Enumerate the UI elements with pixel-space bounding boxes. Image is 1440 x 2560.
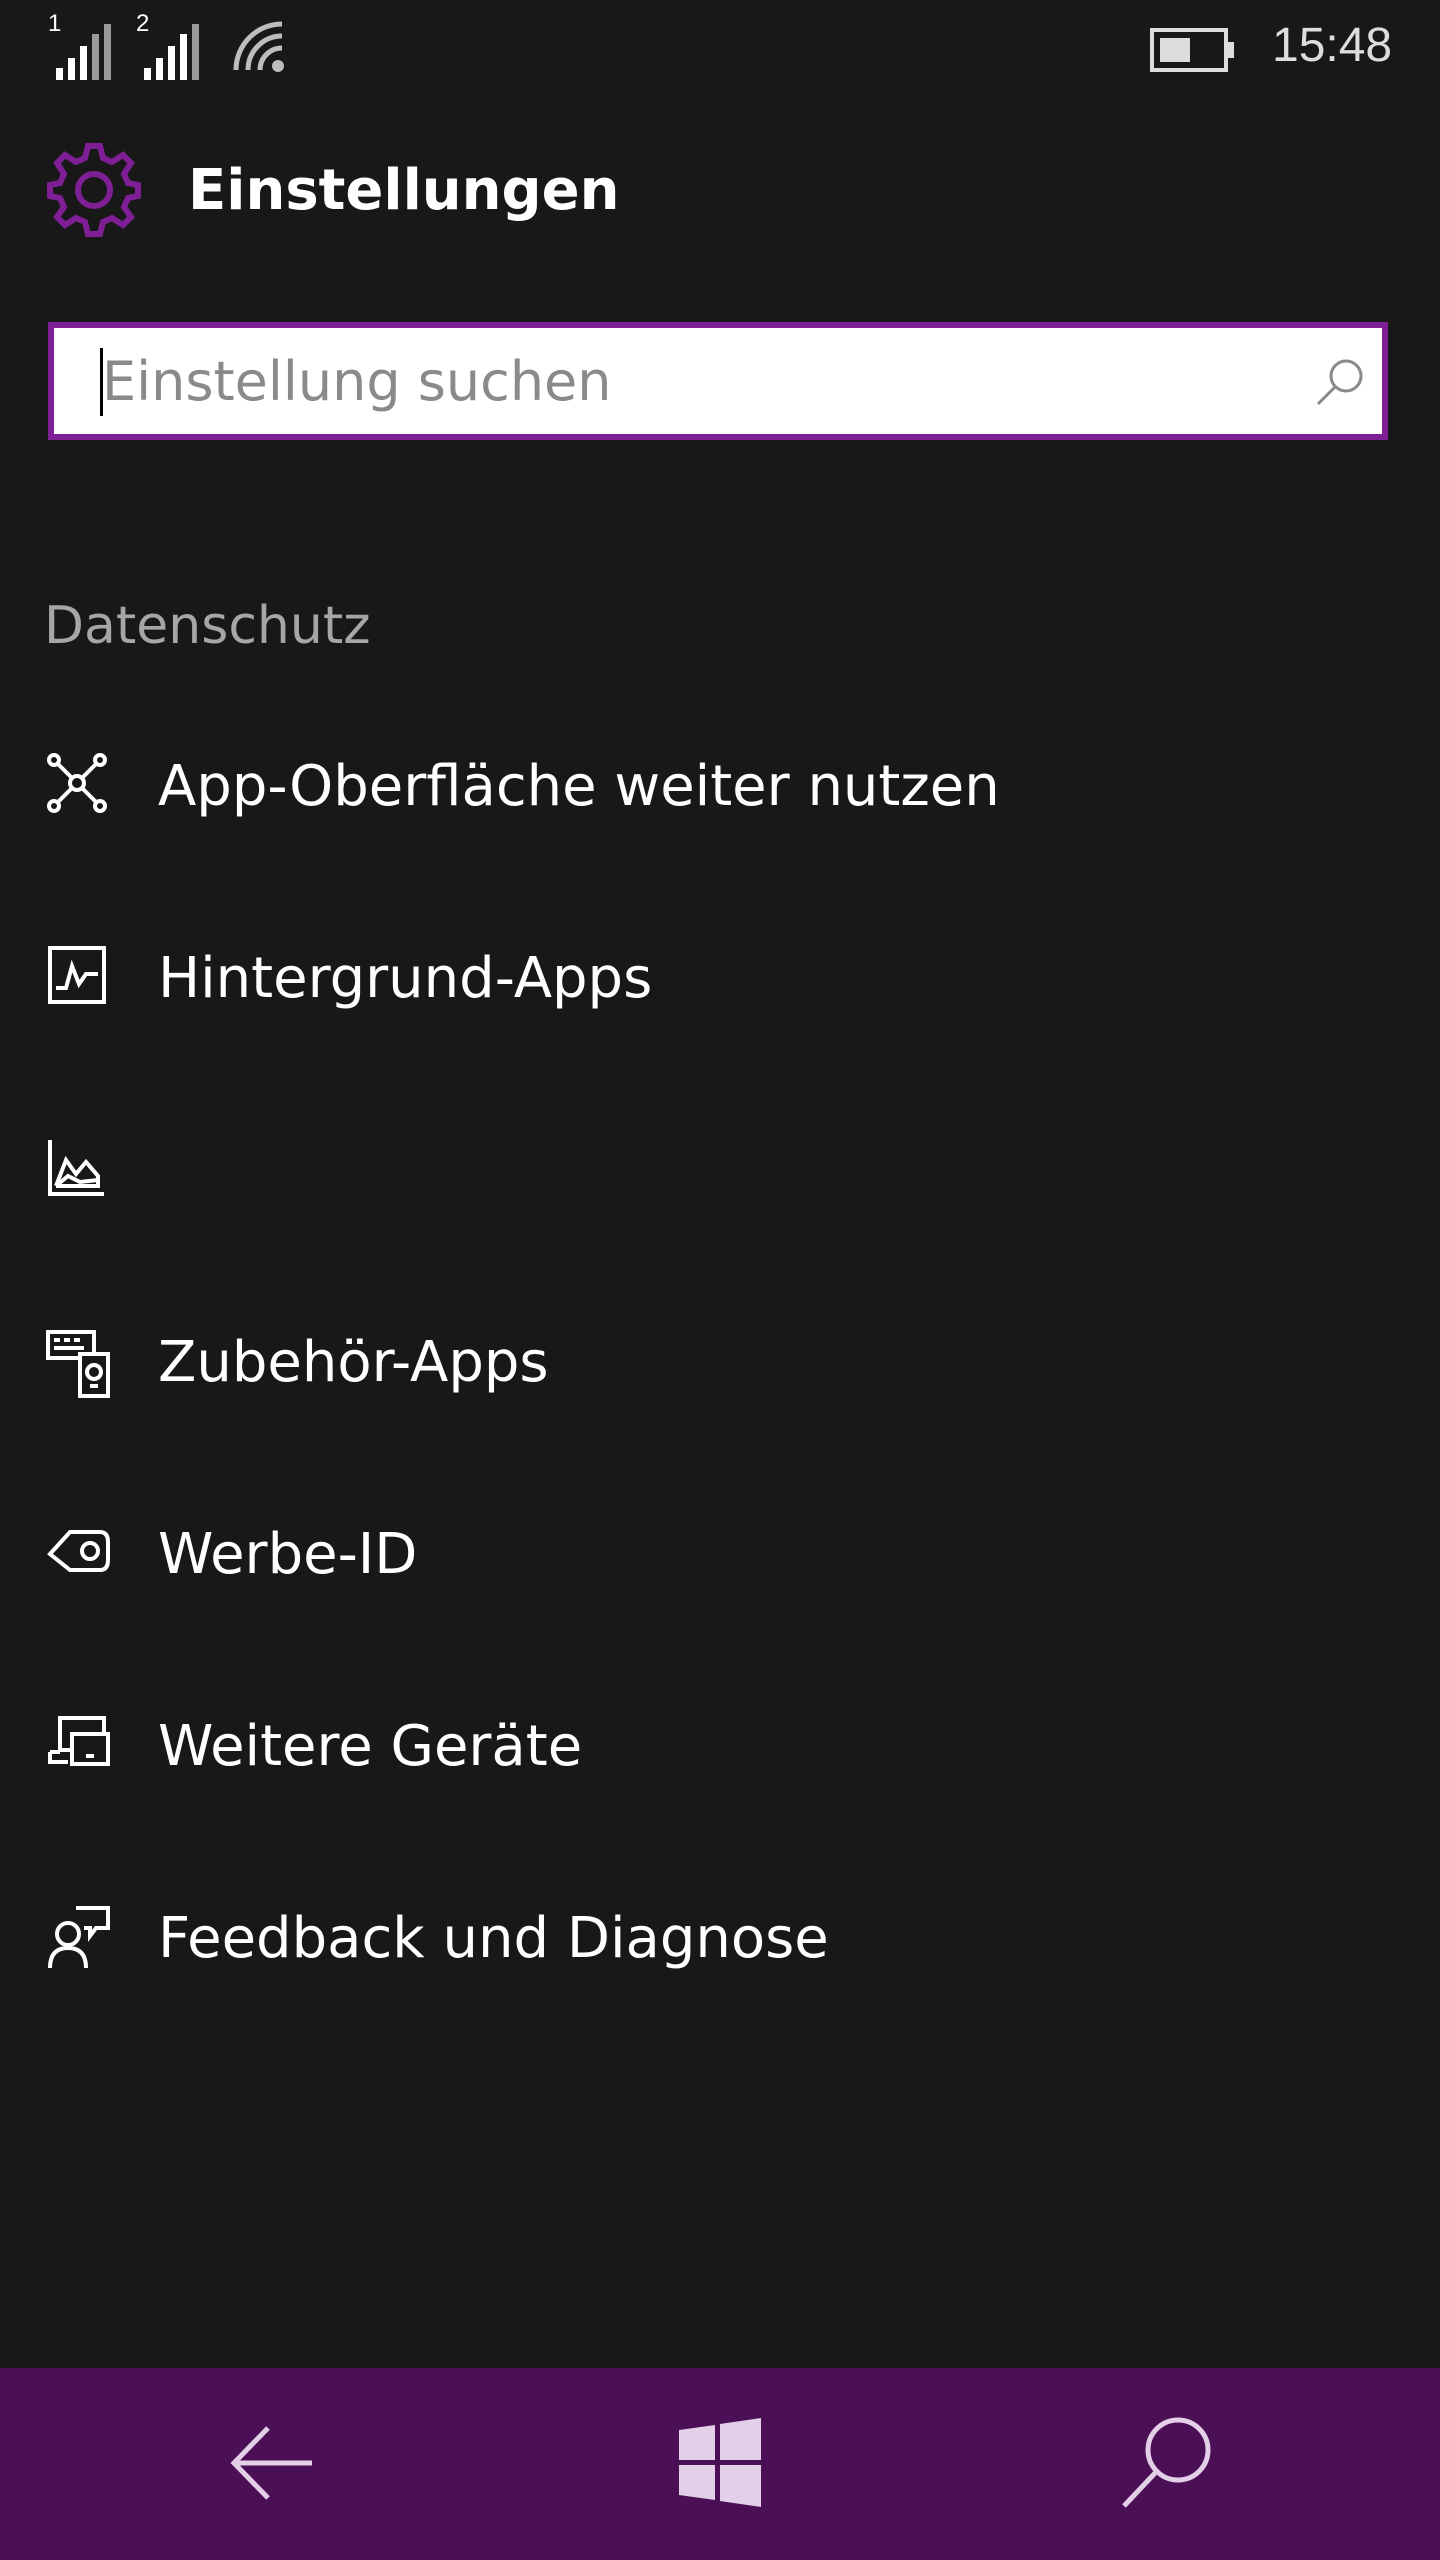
activity-chart-icon [48, 946, 106, 1004]
navigation-bar [0, 2368, 1440, 2560]
menu-item-label: App-Oberfläche weiter nutzen [158, 754, 1000, 819]
menu-item-label: Feedback und Diagnose [158, 1906, 829, 1971]
search-icon [1122, 2417, 1211, 2508]
search-input[interactable]: Einstellung suchen [48, 322, 1388, 440]
menu-item-label: Zubehör-Apps [158, 1330, 549, 1395]
gear-icon [47, 143, 141, 237]
person-feedback-icon [48, 1906, 110, 1969]
wifi-icon [233, 21, 284, 72]
menu-item-label: Werbe-ID [158, 1522, 418, 1587]
search-placeholder: Einstellung suchen [102, 350, 612, 413]
signal-bars-icon [56, 24, 111, 80]
search-button[interactable] [1114, 2408, 1224, 2518]
start-button[interactable] [665, 2408, 775, 2518]
battery-icon [1150, 28, 1234, 72]
menu-item-background-apps[interactable]: Hintergrund-Apps [0, 904, 1440, 1054]
devices-icon [48, 1716, 110, 1766]
accessory-apps-icon [46, 1330, 110, 1398]
section-title: Datenschutz [44, 596, 371, 656]
menu-item-feedback-diagnostics[interactable]: Feedback und Diagnose [0, 1864, 1440, 2014]
area-chart-icon [48, 1140, 104, 1196]
status-bar: 1 2 15:48 [0, 0, 1440, 100]
page-title: Einstellungen [188, 158, 620, 223]
menu-item-label: Hintergrund-Apps [158, 946, 653, 1011]
back-button[interactable] [216, 2408, 326, 2518]
text-caret [100, 348, 103, 416]
menu-item-label: Weitere Geräte [158, 1714, 583, 1779]
search-icon[interactable] [1312, 354, 1368, 410]
menu-item-other-devices[interactable]: Weitere Geräte [0, 1672, 1440, 1822]
menu-item-accessory-apps[interactable]: Zubehör-Apps [0, 1288, 1440, 1438]
menu-item-advertising-id[interactable]: Werbe-ID [0, 1480, 1440, 1630]
tag-icon [47, 1530, 110, 1572]
windows-logo-icon [679, 2418, 761, 2507]
clock: 15:48 [1272, 19, 1393, 72]
menu-item-app-surface[interactable]: App-Oberfläche weiter nutzen [0, 712, 1440, 862]
settings-header: Einstellungen [44, 140, 1394, 240]
network-nodes-icon [47, 753, 107, 813]
signal-bars-icon [144, 24, 199, 80]
menu-item-usage-chart[interactable] [0, 1096, 1440, 1246]
back-arrow-icon [230, 2426, 312, 2500]
